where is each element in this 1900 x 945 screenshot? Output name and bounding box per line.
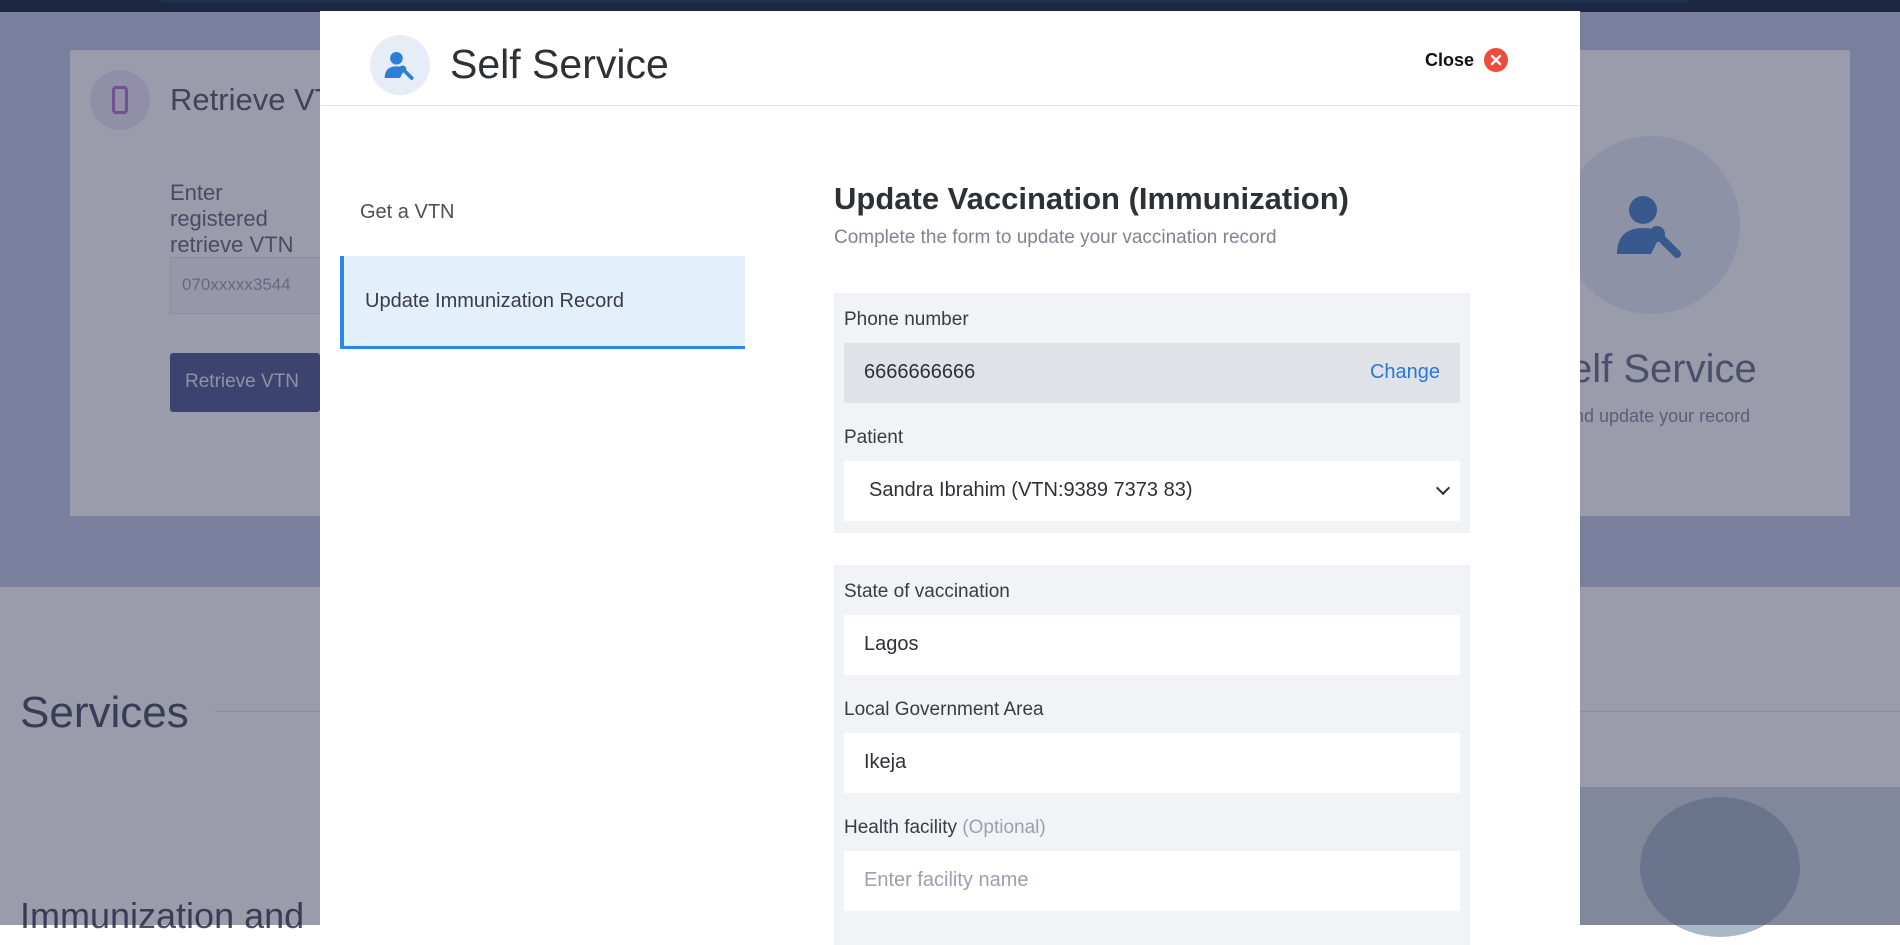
close-icon[interactable]	[1484, 48, 1509, 72]
nav-update-immunization-label: Update Immunization Record	[365, 290, 625, 312]
state-label: State of vaccination	[844, 581, 1010, 602]
form-title: Update Vaccination (Immunization)	[834, 181, 1349, 216]
phone-number-field: 6666666666 Change	[844, 343, 1460, 403]
change-phone-link[interactable]: Change	[1370, 361, 1440, 384]
chevron-down-icon	[1435, 480, 1451, 496]
side-nav: Get a VTN Update Immunization Record	[340, 171, 745, 349]
form-subtitle: Complete the form to update your vaccina…	[834, 227, 1277, 248]
phone-number-label: Phone number	[844, 309, 969, 330]
patient-label: Patient	[844, 427, 904, 448]
state-field[interactable]: Lagos	[844, 615, 1460, 675]
facility-label-row: Health facility (Optional)	[844, 817, 1460, 841]
facility-placeholder: Enter facility name	[864, 869, 1029, 891]
lga-label: Local Government Area	[844, 699, 1044, 720]
facility-label: Health facility	[844, 817, 957, 838]
phone-number-value: 6666666666	[864, 361, 976, 383]
modal-header: Self Service Close	[320, 11, 1580, 106]
close-label: Close	[1425, 49, 1475, 70]
patient-selected-value: Sandra Ibrahim (VTN:9389 7373 83)	[869, 479, 1193, 501]
nav-get-vtn-label: Get a VTN	[360, 201, 455, 223]
vaccination-location-group: State of vaccination Lagos Local Governm…	[834, 565, 1470, 945]
patient-select[interactable]: Sandra Ibrahim (VTN:9389 7373 83)	[844, 461, 1460, 521]
nav-get-vtn[interactable]: Get a VTN	[340, 171, 745, 256]
facility-optional-hint: (Optional)	[962, 817, 1046, 838]
patient-info-group: Phone number 6666666666 Change Patient S…	[834, 293, 1470, 533]
state-value: Lagos	[864, 633, 919, 655]
lga-value: Ikeja	[864, 751, 907, 773]
update-vaccination-form: Update Vaccination (Immunization) Comple…	[834, 181, 1474, 945]
close-button[interactable]: Close	[1425, 48, 1509, 72]
lga-field[interactable]: Ikeja	[844, 733, 1460, 793]
user-settings-icon	[370, 35, 430, 95]
self-service-modal: Self Service Close Get a VTN Update Immu…	[320, 11, 1580, 945]
nav-update-immunization[interactable]: Update Immunization Record	[340, 256, 745, 349]
facility-input[interactable]: Enter facility name	[844, 851, 1460, 911]
modal-title: Self Service	[450, 41, 669, 87]
